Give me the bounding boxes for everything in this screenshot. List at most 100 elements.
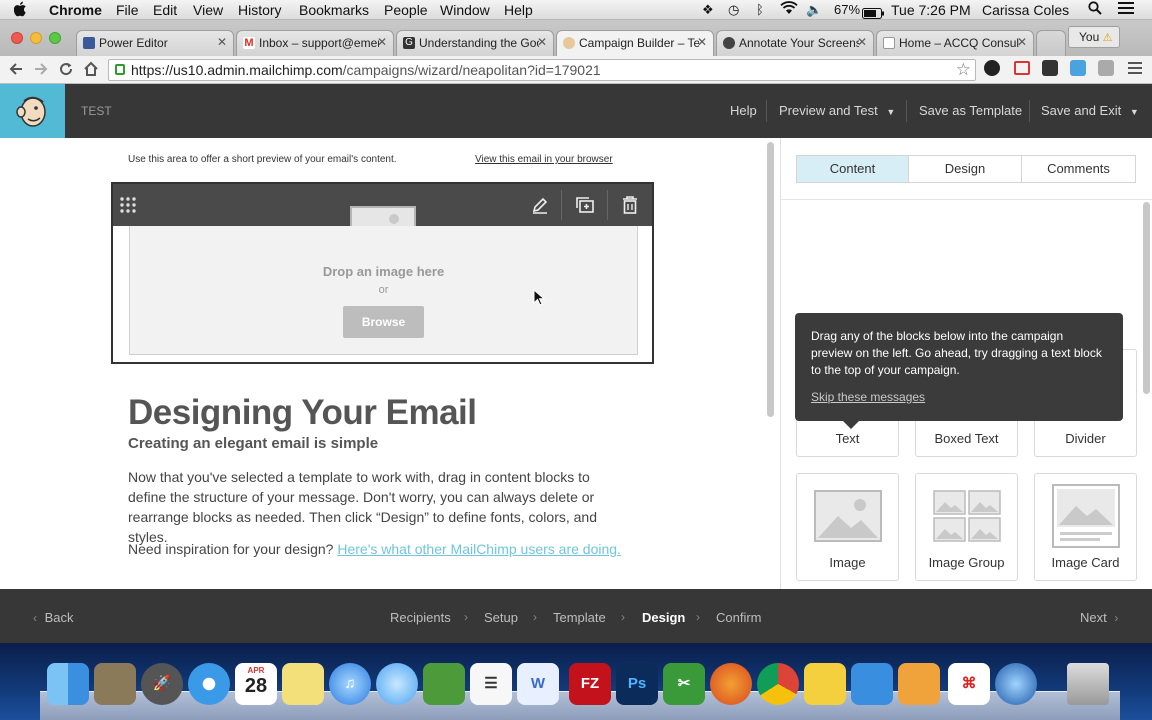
time-machine-icon[interactable]: ◷ xyxy=(728,1,739,19)
firefox-icon[interactable] xyxy=(710,663,752,705)
minimize-window-button[interactable] xyxy=(30,32,42,44)
photoshop-icon[interactable]: Ps xyxy=(616,663,658,705)
user-name[interactable]: Carissa Coles xyxy=(982,1,1069,19)
notification-center-icon[interactable] xyxy=(1118,1,1134,19)
close-tab-icon[interactable]: ✕ xyxy=(697,35,707,49)
browse-button[interactable]: Browse xyxy=(343,306,424,338)
step-design[interactable]: Design xyxy=(642,610,685,625)
block-image-group[interactable]: Image Group xyxy=(915,473,1018,581)
forward-icon[interactable] xyxy=(33,61,49,82)
profile-button[interactable]: You ⚠ xyxy=(1068,26,1120,48)
volume-icon[interactable]: 🔈 xyxy=(806,1,822,19)
email-inspiration-paragraph[interactable]: Need inspiration for your design? Here's… xyxy=(128,541,621,557)
finder-icon[interactable] xyxy=(47,663,89,705)
menu-view[interactable]: View xyxy=(193,1,223,19)
menu-history[interactable]: History xyxy=(238,1,282,19)
tab-design[interactable]: Design xyxy=(908,155,1022,183)
close-tab-icon[interactable]: ✕ xyxy=(857,35,867,49)
tweetdeck-icon[interactable] xyxy=(423,663,465,705)
wunderlist-icon[interactable] xyxy=(804,663,846,705)
step-setup[interactable]: Setup xyxy=(484,610,518,625)
close-tab-icon[interactable]: ✕ xyxy=(537,35,547,49)
browser-tab[interactable]: G Understanding the Goo ✕ xyxy=(396,30,554,56)
chrome-menu-icon[interactable] xyxy=(1128,61,1142,80)
wifi-icon[interactable] xyxy=(780,1,798,19)
campaign-name[interactable]: TEST xyxy=(81,104,112,118)
notes-icon[interactable] xyxy=(282,663,324,705)
scissors-icon[interactable]: ✂ xyxy=(663,663,705,705)
panel-scrollbar[interactable] xyxy=(1143,202,1150,394)
filezilla-icon[interactable]: FZ xyxy=(569,663,611,705)
menu-edit[interactable]: Edit xyxy=(153,1,177,19)
menu-window[interactable]: Window xyxy=(440,1,490,19)
duplicate-icon[interactable] xyxy=(575,196,595,219)
mailchimp-logo-icon[interactable] xyxy=(0,84,65,138)
step-confirm[interactable]: Confirm xyxy=(716,610,762,625)
menu-help[interactable]: Help xyxy=(504,1,533,19)
textedit-icon[interactable]: W xyxy=(517,663,559,705)
browser-tab[interactable]: Power Editor ✕ xyxy=(76,30,234,56)
browser-tab[interactable]: Annotate Your Screensh ✕ xyxy=(716,30,874,56)
new-tab-button[interactable] xyxy=(1036,30,1066,56)
close-window-button[interactable] xyxy=(11,32,23,44)
save-and-exit-menu[interactable]: Save and Exit ▼ xyxy=(1041,103,1139,118)
extension-icon[interactable] xyxy=(1014,61,1030,75)
extension-icon[interactable] xyxy=(1042,60,1058,76)
tab-content[interactable]: Content xyxy=(796,155,909,183)
editor-scrollbar[interactable] xyxy=(767,142,774,417)
preview-and-test-menu[interactable]: Preview and Test ▼ xyxy=(779,103,895,118)
skip-messages-link[interactable]: Skip these messages xyxy=(811,389,925,406)
bookmark-star-icon[interactable]: ☆ xyxy=(956,60,971,80)
mail-icon[interactable] xyxy=(94,663,136,705)
back-button[interactable]: ‹ Back xyxy=(33,610,74,625)
block-image[interactable]: Image xyxy=(796,473,899,581)
home-icon[interactable] xyxy=(83,61,99,82)
image-content-block[interactable]: Drop an image here or Browse xyxy=(111,182,654,364)
itunes-icon[interactable]: ♫ xyxy=(329,663,371,705)
close-tab-icon[interactable]: ✕ xyxy=(217,35,227,49)
browser-tab[interactable]: M Inbox – support@emer ✕ xyxy=(236,30,394,56)
notebook-icon[interactable] xyxy=(851,663,893,705)
menu-bookmarks[interactable]: Bookmarks xyxy=(299,1,369,19)
quicktime-icon[interactable] xyxy=(995,663,1037,705)
safari-icon[interactable] xyxy=(188,663,230,705)
extension-icon[interactable] xyxy=(1098,60,1114,76)
reload-icon[interactable] xyxy=(58,61,74,82)
inspiration-link[interactable]: Here's what other MailChimp users are do… xyxy=(337,541,621,557)
drag-handle-icon[interactable] xyxy=(119,196,137,219)
next-button[interactable]: Next › xyxy=(1080,610,1118,625)
reminders-icon[interactable]: ☰ xyxy=(470,663,512,705)
bluetooth-icon[interactable]: ᛒ xyxy=(756,1,764,19)
tab-comments[interactable]: Comments xyxy=(1021,155,1136,183)
image-drop-zone[interactable]: Drop an image here or Browse xyxy=(129,226,638,355)
menu-people[interactable]: People xyxy=(384,1,428,19)
launchpad-icon[interactable]: 🚀 xyxy=(141,663,183,705)
extension-icon[interactable] xyxy=(984,60,1000,76)
chrome-icon[interactable] xyxy=(757,663,799,705)
browser-tab[interactable]: Home – ACCQ Consulta ✕ xyxy=(876,30,1034,56)
stamp-icon[interactable] xyxy=(898,663,940,705)
edit-pencil-icon[interactable] xyxy=(531,196,549,219)
trash-icon[interactable] xyxy=(1067,663,1109,705)
view-in-browser-link[interactable]: View this email in your browser xyxy=(475,154,613,165)
browser-tab-active[interactable]: Campaign Builder – Te ✕ xyxy=(556,30,714,57)
preheader-text[interactable]: Use this area to offer a short preview o… xyxy=(128,154,397,165)
email-heading[interactable]: Designing Your Email xyxy=(128,393,477,433)
email-body-paragraph[interactable]: Now that you've selected a template to w… xyxy=(128,467,628,547)
back-icon[interactable] xyxy=(8,61,24,82)
zoom-window-button[interactable] xyxy=(49,32,61,44)
step-recipients[interactable]: Recipients xyxy=(390,610,451,625)
url-bar[interactable]: https://us10.admin.mailchimp.com/campaig… xyxy=(108,59,976,81)
calendar-icon[interactable]: APR 28 xyxy=(235,663,277,705)
messages-icon[interactable] xyxy=(376,663,418,705)
save-as-template-button[interactable]: Save as Template xyxy=(919,103,1022,118)
menu-chrome[interactable]: Chrome xyxy=(49,1,102,19)
help-link[interactable]: Help xyxy=(730,103,757,118)
block-image-card[interactable]: Image Card xyxy=(1034,473,1137,581)
delete-trash-icon[interactable] xyxy=(622,196,638,219)
step-template[interactable]: Template xyxy=(553,610,606,625)
menu-file[interactable]: File xyxy=(116,1,139,19)
apple-menu-icon[interactable] xyxy=(13,1,28,21)
dropbox-icon[interactable]: ❖ xyxy=(702,1,714,19)
spotlight-icon[interactable] xyxy=(1088,1,1102,19)
